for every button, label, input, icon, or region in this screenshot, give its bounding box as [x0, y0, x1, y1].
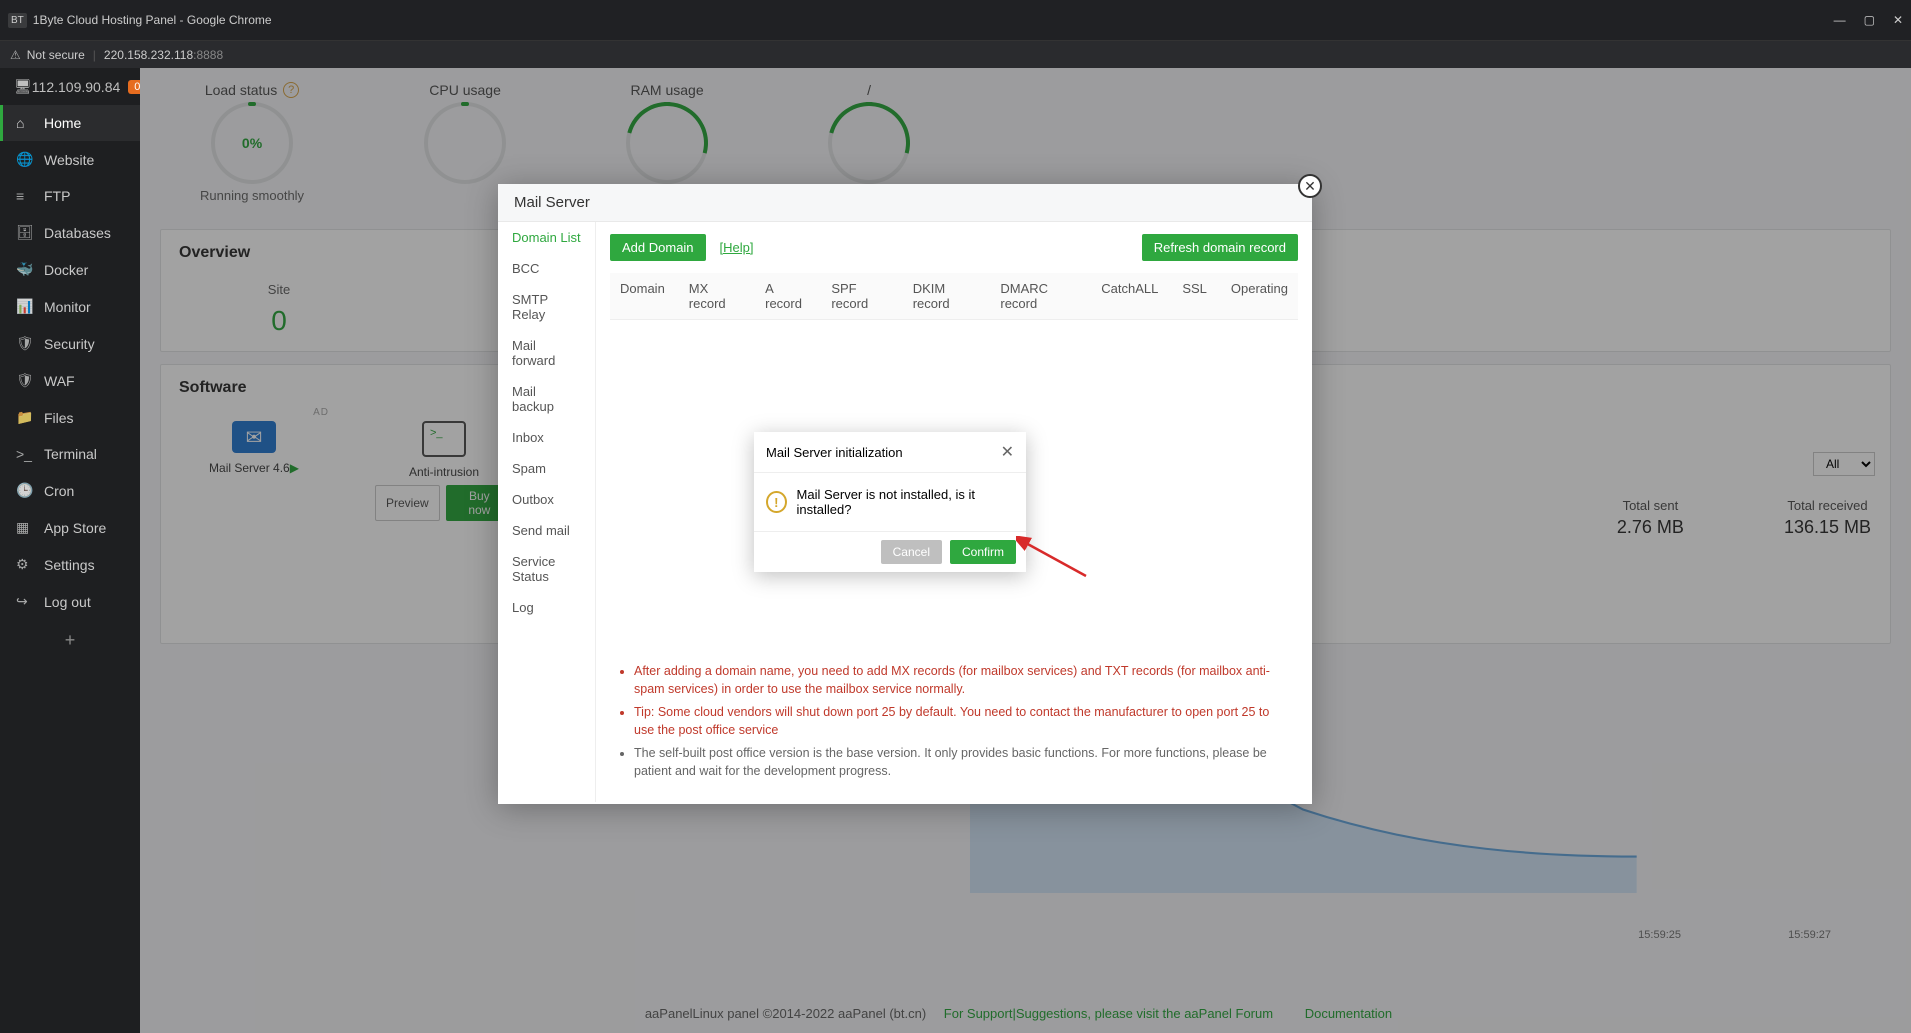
sidebar-item-security[interactable]: 🛡 Security [0, 325, 140, 362]
confirm-dialog: Mail Server initialization ✕ ! Mail Serv… [754, 432, 1026, 572]
col-mx: MX record [689, 281, 765, 311]
appstore-icon: ▦ [16, 519, 34, 536]
terminal-icon: >_ [16, 446, 34, 462]
sidebar-item-label: Docker [44, 262, 88, 278]
sidebar-item-label: Databases [44, 225, 111, 241]
sidebar-item-logout[interactable]: ↪ Log out [0, 583, 140, 620]
separator: | [93, 48, 96, 62]
sidebar-item-label: Cron [44, 483, 74, 499]
modal-sidebar: Domain List BCC SMTP Relay Mail forward … [498, 222, 596, 802]
cron-icon: 🕒 [16, 482, 34, 499]
sidebar-item-label: WAF [44, 373, 75, 389]
url-host: 220.158.232.118 [104, 48, 193, 62]
modal-tab-outbox[interactable]: Outbox [498, 484, 595, 515]
sidebar-item-label: Terminal [44, 446, 97, 462]
monitor-icon: 📊 [16, 298, 34, 315]
note-item: The self-built post office version is th… [634, 745, 1292, 780]
sidebar-item-label: Log out [44, 594, 91, 610]
sidebar-item-label: FTP [44, 188, 70, 204]
add-menu-button[interactable]: + [0, 620, 140, 661]
server-ip-row[interactable]: 🖥 112.109.90.84 0 [0, 68, 140, 105]
sidebar: 🖥 112.109.90.84 0 ⌂ Home 🌐 Website ≡ FTP 🗄 D… [0, 68, 140, 1033]
close-window-icon[interactable]: ✕ [1893, 13, 1903, 27]
help-link[interactable]: [Help] [720, 240, 754, 255]
docker-icon: 🐳 [16, 261, 34, 278]
sidebar-item-terminal[interactable]: >_ Terminal [0, 436, 140, 472]
domain-table-header: Domain MX record A record SPF record DKI… [610, 273, 1298, 320]
sidebar-item-waf[interactable]: 🛡 WAF [0, 362, 140, 399]
favicon: BT [8, 13, 27, 28]
refresh-domain-button[interactable]: Refresh domain record [1142, 234, 1298, 261]
url-port: :8888 [193, 48, 223, 62]
sidebar-item-monitor[interactable]: 📊 Monitor [0, 288, 140, 325]
modal-tab-mail-forward[interactable]: Mail forward [498, 330, 595, 376]
maximize-icon[interactable]: ▢ [1864, 13, 1875, 27]
database-icon: 🗄 [16, 224, 34, 241]
modal-tab-bcc[interactable]: BCC [498, 253, 595, 284]
sidebar-item-home[interactable]: ⌂ Home [0, 105, 140, 141]
sidebar-item-docker[interactable]: 🐳 Docker [0, 251, 140, 288]
address-bar[interactable]: ⚠ Not secure | 220.158.232.118:8888 [0, 40, 1911, 68]
warning-icon: ! [766, 491, 787, 513]
sidebar-item-label: Files [44, 410, 74, 426]
modal-tab-send-mail[interactable]: Send mail [498, 515, 595, 546]
sidebar-item-ftp[interactable]: ≡ FTP [0, 178, 140, 214]
main-content: Load status? 0% Running smoothly CPU usa… [140, 68, 1911, 1033]
modal-tab-smtp-relay[interactable]: SMTP Relay [498, 284, 595, 330]
window-title: 1Byte Cloud Hosting Panel - Google Chrom… [33, 13, 272, 27]
col-a: A record [765, 281, 831, 311]
waf-icon: 🛡 [16, 372, 34, 389]
note-item: Tip: Some cloud vendors will shut down p… [634, 704, 1292, 739]
not-secure-icon: ⚠ [10, 48, 21, 62]
confirm-message: Mail Server is not installed, is it inst… [797, 487, 1014, 517]
note-item: After adding a domain name, you need to … [634, 663, 1292, 698]
sidebar-item-label: Settings [44, 557, 95, 573]
sidebar-item-files[interactable]: 📁 Files [0, 399, 140, 436]
col-operating: Operating [1231, 281, 1288, 311]
confirm-title: Mail Server initialization [766, 445, 903, 460]
col-spf: SPF record [831, 281, 912, 311]
security-label: Not secure [27, 48, 85, 62]
modal-tab-mail-backup[interactable]: Mail backup [498, 376, 595, 422]
confirm-button[interactable]: Confirm [950, 540, 1016, 564]
logout-icon: ↪ [16, 593, 34, 610]
modal-tab-spam[interactable]: Spam [498, 453, 595, 484]
modal-close-button[interactable]: ✕ [1298, 174, 1322, 198]
sidebar-item-label: Home [44, 115, 81, 131]
server-ip: 112.109.90.84 [32, 79, 121, 95]
sidebar-item-databases[interactable]: 🗄 Databases [0, 214, 140, 251]
shield-icon: 🛡 [16, 335, 34, 352]
ftp-icon: ≡ [16, 188, 34, 204]
col-domain: Domain [620, 281, 689, 311]
sidebar-item-label: Monitor [44, 299, 91, 315]
sidebar-item-settings[interactable]: ⚙ Settings [0, 546, 140, 583]
modal-tab-domain-list[interactable]: Domain List [498, 222, 595, 253]
home-icon: ⌂ [16, 115, 34, 131]
col-dmarc: DMARC record [1000, 281, 1101, 311]
modal-tab-service-status[interactable]: Service Status [498, 546, 595, 592]
modal-notes: After adding a domain name, you need to … [616, 663, 1292, 786]
col-ssl: SSL [1182, 281, 1231, 311]
col-dkim: DKIM record [913, 281, 1001, 311]
modal-tab-inbox[interactable]: Inbox [498, 422, 595, 453]
confirm-close-button[interactable]: ✕ [1001, 442, 1014, 462]
cancel-button[interactable]: Cancel [881, 540, 942, 564]
folder-icon: 📁 [16, 409, 34, 426]
sidebar-item-cron[interactable]: 🕒 Cron [0, 472, 140, 509]
sidebar-item-label: Website [44, 152, 94, 168]
gear-icon: ⚙ [16, 556, 34, 573]
modal-title: Mail Server [498, 184, 1312, 222]
sidebar-item-website[interactable]: 🌐 Website [0, 141, 140, 178]
globe-icon: 🌐 [16, 151, 34, 168]
browser-titlebar: BT 1Byte Cloud Hosting Panel - Google Ch… [0, 0, 1911, 40]
minimize-icon[interactable]: — [1834, 13, 1846, 27]
add-domain-button[interactable]: Add Domain [610, 234, 706, 261]
col-catchall: CatchALL [1101, 281, 1182, 311]
sidebar-item-label: Security [44, 336, 95, 352]
sidebar-item-appstore[interactable]: ▦ App Store [0, 509, 140, 546]
modal-tab-log[interactable]: Log [498, 592, 595, 623]
nav-list: ⌂ Home 🌐 Website ≡ FTP 🗄 Databases 🐳 Docker 📊… [0, 105, 140, 620]
sidebar-item-label: App Store [44, 520, 106, 536]
display-icon: 🖥 [14, 78, 32, 95]
